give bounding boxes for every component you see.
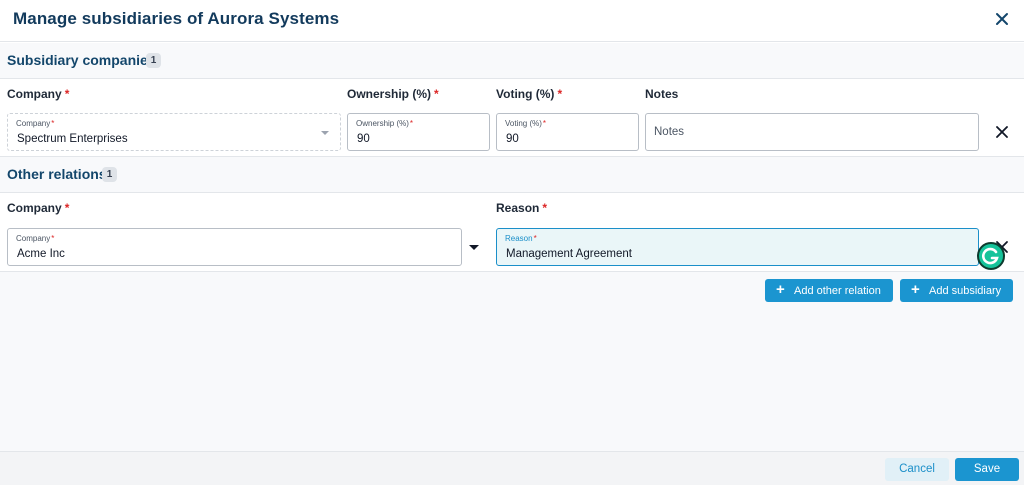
field-label: Voting (%)*	[505, 119, 547, 128]
grammarly-icon[interactable]	[977, 242, 1005, 270]
add-subsidiary-button[interactable]: + Add subsidiary	[900, 279, 1013, 302]
dialog-title: Manage subsidiaries of Aurora Systems	[13, 9, 340, 28]
voting-input[interactable]: Voting (%)* 90	[496, 113, 639, 151]
field-label: Company*	[16, 119, 55, 128]
other-relations-section-header: Other relations 1	[0, 157, 1024, 193]
field-label: Reason*	[505, 234, 537, 243]
voting-value: 90	[506, 133, 519, 145]
relation-company-value: Acme Inc	[17, 248, 65, 260]
count-badge: 1	[146, 53, 161, 68]
section-title: Subsidiary companies	[7, 52, 156, 68]
button-label: Add other relation	[794, 285, 881, 297]
company-select[interactable]: Company* Spectrum Enterprises	[7, 113, 341, 151]
other-relation-row: Company* Acme Inc Reason* Management Agr…	[0, 222, 1024, 272]
chevron-down-icon[interactable]	[321, 131, 329, 135]
reason-input[interactable]: Reason* Management Agreement	[496, 228, 979, 266]
field-label: Ownership (%)*	[356, 119, 414, 128]
remove-subsidiary-close-icon[interactable]	[994, 124, 1010, 140]
plus-icon: +	[911, 281, 920, 298]
notes-input[interactable]: Notes	[645, 113, 979, 151]
relation-company-select[interactable]: Company* Acme Inc	[7, 228, 479, 266]
ownership-input[interactable]: Ownership (%)* 90	[347, 113, 490, 151]
company-value: Spectrum Enterprises	[17, 133, 128, 145]
button-label: Add subsidiary	[929, 285, 1002, 297]
dialog-body: Subsidiary companies 1 Company * Ownershi…	[0, 43, 1024, 451]
column-header-ownership: Ownership (%) *	[347, 87, 439, 101]
ownership-value: 90	[357, 133, 370, 145]
save-button[interactable]: Save	[955, 458, 1019, 481]
close-icon[interactable]	[992, 9, 1012, 29]
subsidiary-row: Company* Spectrum Enterprises Ownership …	[0, 107, 1024, 157]
reason-value: Management Agreement	[506, 248, 632, 260]
cancel-button[interactable]: Cancel	[885, 458, 949, 481]
dialog-footer: Cancel Save	[0, 451, 1024, 485]
column-header-company: Company *	[7, 87, 70, 101]
field-label: Company*	[16, 234, 55, 243]
chevron-down-icon[interactable]	[469, 245, 479, 250]
dialog-header: Manage subsidiaries of Aurora Systems	[0, 0, 1024, 42]
add-other-relation-button[interactable]: + Add other relation	[765, 279, 893, 302]
subsidiary-column-headers: Company * Ownership (%) * Voting (%) * Note…	[0, 79, 1024, 109]
subsidiary-section-header: Subsidiary companies 1	[0, 43, 1024, 79]
notes-placeholder: Notes	[654, 126, 685, 138]
other-relations-column-headers: Company * Reason *	[0, 193, 1024, 223]
column-header-company: Company *	[7, 201, 70, 215]
column-header-reason: Reason *	[496, 201, 548, 215]
column-header-voting: Voting (%) *	[496, 87, 563, 101]
plus-icon: +	[776, 281, 785, 298]
column-header-notes: Notes	[645, 87, 679, 101]
count-badge: 1	[102, 167, 117, 182]
section-title: Other relations	[7, 166, 107, 182]
